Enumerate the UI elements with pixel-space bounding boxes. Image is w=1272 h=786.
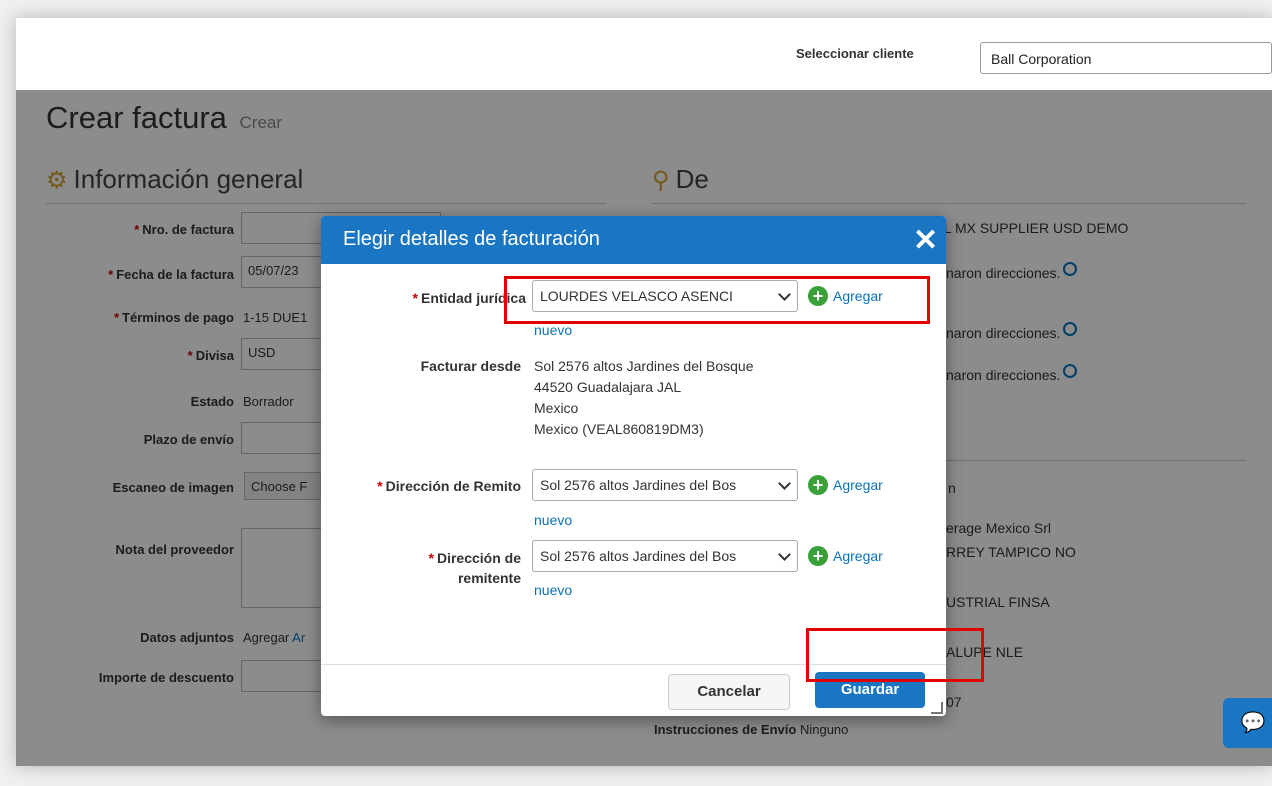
select-client-input[interactable]: Ball Corporation [980, 42, 1272, 74]
app-frame: Seleccionar cliente Ball Corporation Cre… [16, 18, 1272, 766]
select-client-label: Seleccionar cliente [796, 46, 914, 61]
remit-address-select[interactable]: Sol 2576 altos Jardines del Bos [532, 469, 798, 501]
bill-from-line-1: Sol 2576 altos Jardines del Bosque [534, 358, 754, 374]
remit-address-label: * Dirección de Remito [377, 478, 521, 494]
add-icon[interactable]: + [808, 546, 828, 566]
sender-address-select[interactable]: Sol 2576 altos Jardines del Bos [532, 540, 798, 572]
bill-from-line-3: Mexico [534, 400, 579, 416]
add-icon[interactable]: + [808, 475, 828, 495]
chevron-down-icon [778, 548, 791, 561]
cancel-button[interactable]: Cancelar [668, 674, 790, 710]
highlight-box-save [806, 628, 984, 682]
sender-address-new-link[interactable]: nuevo [534, 582, 572, 598]
chevron-down-icon [778, 477, 791, 490]
top-header: Seleccionar cliente Ball Corporation [16, 18, 1272, 90]
chat-button[interactable]: 💬 [1223, 698, 1272, 748]
modal-title: Elegir detalles de facturación [343, 228, 600, 250]
bill-from-label: Facturar desde [420, 358, 521, 374]
bill-from-address: Sol 2576 altos Jardines del Bosque 44520… [534, 356, 753, 440]
modal-header: Elegir detalles de facturación ✕ [321, 216, 946, 264]
sender-address-add-link[interactable]: Agregar [833, 548, 883, 564]
highlight-box-legal-entity [504, 276, 930, 324]
chat-icon: 💬 [1240, 712, 1266, 734]
bill-from-line-2: 44520 Guadalajara JAL [534, 379, 682, 395]
sender-address-label: * Dirección de remitente [428, 550, 521, 586]
legal-entity-label: * Entidad jurídica [412, 290, 526, 306]
legal-entity-new-link[interactable]: nuevo [534, 322, 572, 338]
bill-from-line-4: Mexico (VEAL860819DM3) [534, 421, 704, 437]
close-icon[interactable]: ✕ [913, 223, 938, 258]
remit-address-add-link[interactable]: Agregar [833, 477, 883, 493]
resize-handle[interactable] [931, 702, 943, 714]
remit-address-new-link[interactable]: nuevo [534, 512, 572, 528]
